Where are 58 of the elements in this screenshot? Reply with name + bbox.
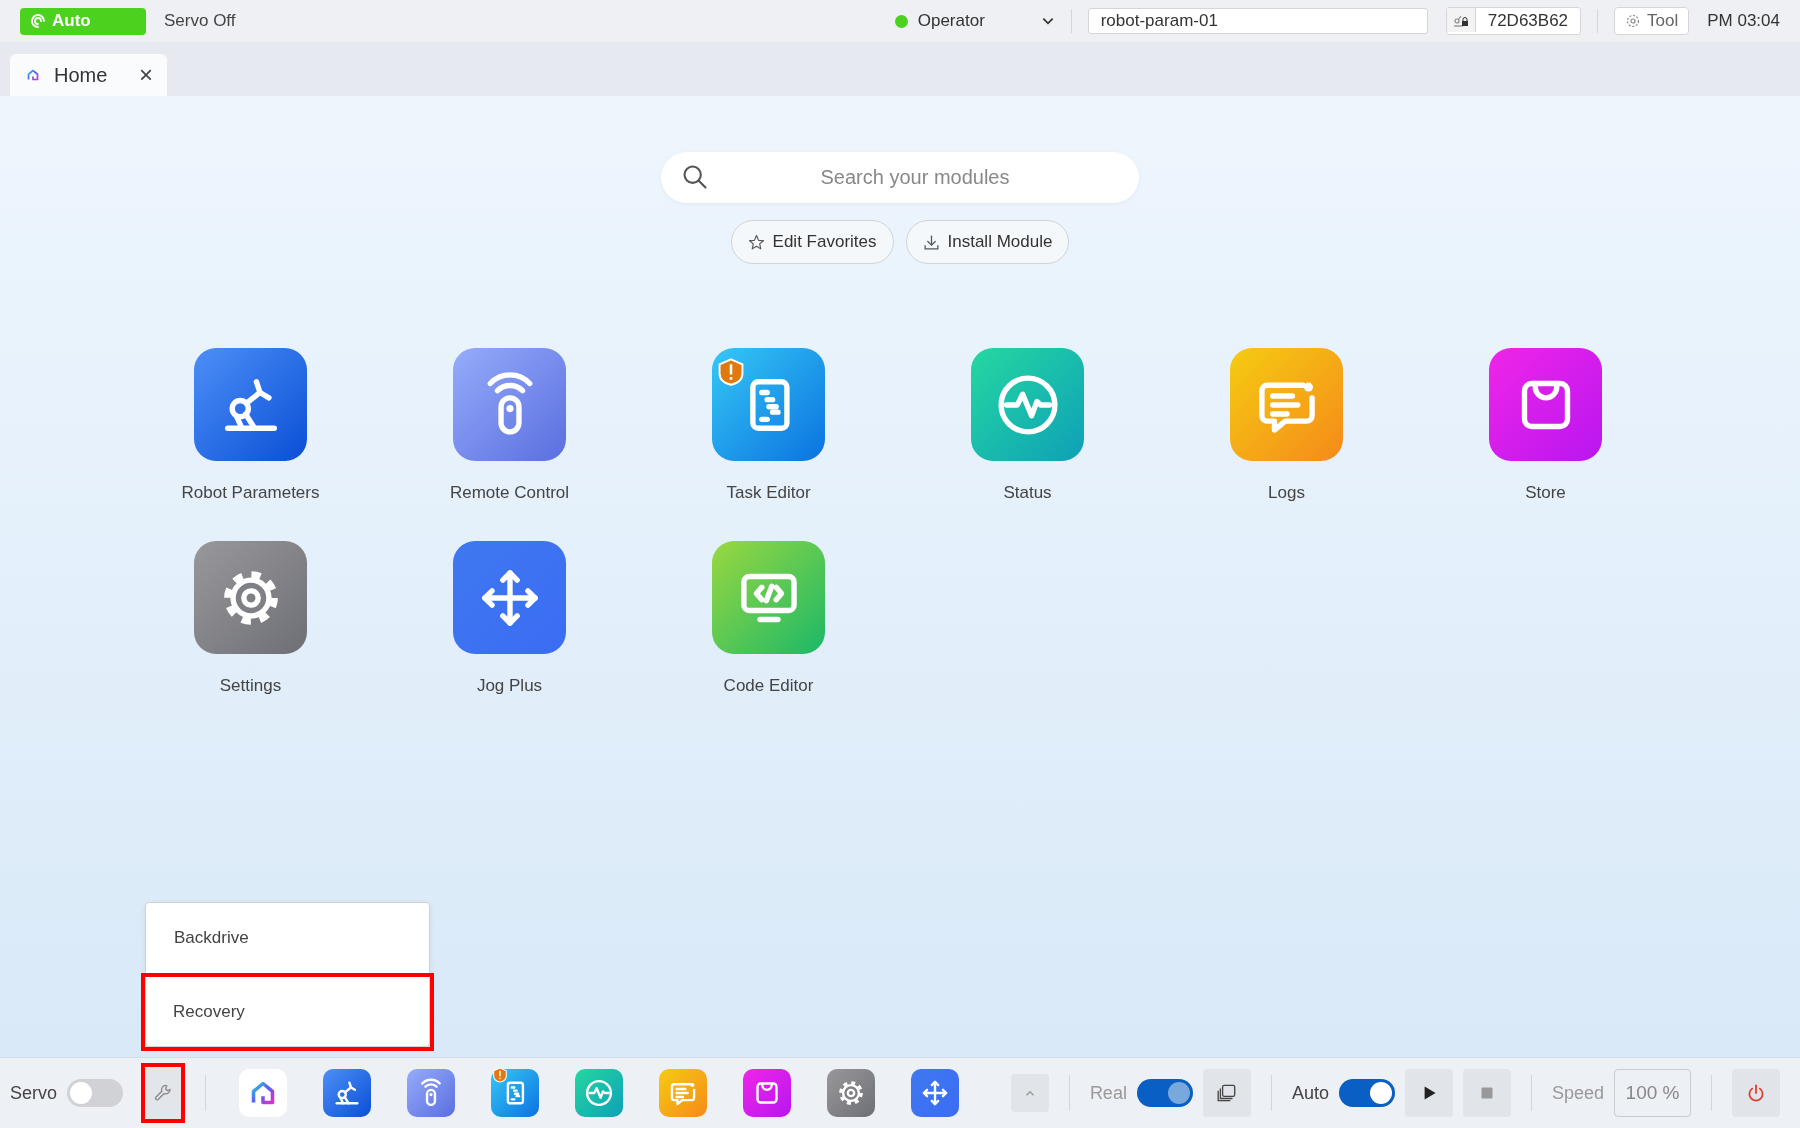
play-button[interactable] xyxy=(1404,1069,1453,1117)
app-label: Jog Plus xyxy=(476,676,543,696)
user-role: Operator xyxy=(917,11,985,31)
dock-app-button[interactable] xyxy=(743,1069,792,1117)
app-label: Status xyxy=(1003,483,1052,503)
servo-label: Servo xyxy=(10,1082,58,1104)
app-tile[interactable] xyxy=(971,348,1084,461)
auto-label: Auto xyxy=(1291,1082,1329,1104)
app-label: Logs xyxy=(1268,483,1305,503)
app-tile[interactable] xyxy=(453,348,566,461)
dock-app-button[interactable] xyxy=(407,1069,456,1117)
search-icon xyxy=(681,163,709,191)
search-field[interactable]: Search your modules xyxy=(661,152,1139,203)
wrench-button[interactable] xyxy=(141,1063,186,1123)
dock-app-button[interactable] xyxy=(575,1069,624,1117)
app-label: Robot Parameters xyxy=(181,483,320,503)
clock: PM 03:04 xyxy=(1707,11,1780,31)
app-label: Store xyxy=(1525,483,1566,503)
close-icon[interactable]: × xyxy=(139,61,153,89)
real-toggle[interactable] xyxy=(1136,1079,1193,1107)
real-label: Real xyxy=(1089,1082,1127,1104)
app-tile[interactable] xyxy=(712,541,825,654)
servo-toggle[interactable] xyxy=(67,1079,124,1107)
serial-number: 72D63B62 xyxy=(1486,10,1570,32)
3d-view-button[interactable] xyxy=(1202,1069,1251,1117)
dock-app-button[interactable] xyxy=(491,1069,540,1117)
app-label: Settings xyxy=(219,676,282,696)
servo-status: Servo Off xyxy=(164,11,236,31)
tool-button[interactable]: Tool xyxy=(1614,7,1690,35)
app-tile[interactable] xyxy=(712,348,825,461)
app-label: Code Editor xyxy=(723,676,814,696)
menu-item[interactable]: Backdrive xyxy=(146,903,429,973)
menu-item[interactable]: Recovery xyxy=(141,973,434,1051)
app-tile[interactable] xyxy=(194,348,307,461)
dock-app-button[interactable] xyxy=(239,1069,288,1117)
power-button[interactable] xyxy=(1732,1069,1780,1117)
stop-button[interactable] xyxy=(1462,1069,1511,1117)
dock-app-button[interactable] xyxy=(323,1069,372,1117)
mode-label: Auto xyxy=(52,11,91,31)
settings-icon xyxy=(1625,13,1642,29)
3d-layers-icon xyxy=(1215,1082,1238,1104)
robot-name-field: robot-param-01 xyxy=(1087,8,1428,34)
signal-icon xyxy=(30,13,46,29)
star-icon xyxy=(747,233,765,251)
home-tab[interactable]: Home × xyxy=(10,54,167,96)
dock-app-button[interactable] xyxy=(827,1069,876,1117)
dock-app-button[interactable] xyxy=(911,1069,960,1117)
edit-favorites-button[interactable]: Edit Favorites xyxy=(730,220,894,264)
app-label: Task Editor xyxy=(726,483,811,503)
install-module-button[interactable]: Install Module xyxy=(905,220,1070,264)
app-tile[interactable] xyxy=(1489,348,1602,461)
download-icon xyxy=(922,233,940,251)
app-tile[interactable] xyxy=(194,541,307,654)
app-tile[interactable] xyxy=(453,541,566,654)
app-tile[interactable] xyxy=(1230,348,1343,461)
auto-toggle[interactable] xyxy=(1338,1079,1395,1107)
app-label: Remote Control xyxy=(449,483,570,503)
speed-label: Speed xyxy=(1551,1082,1604,1104)
